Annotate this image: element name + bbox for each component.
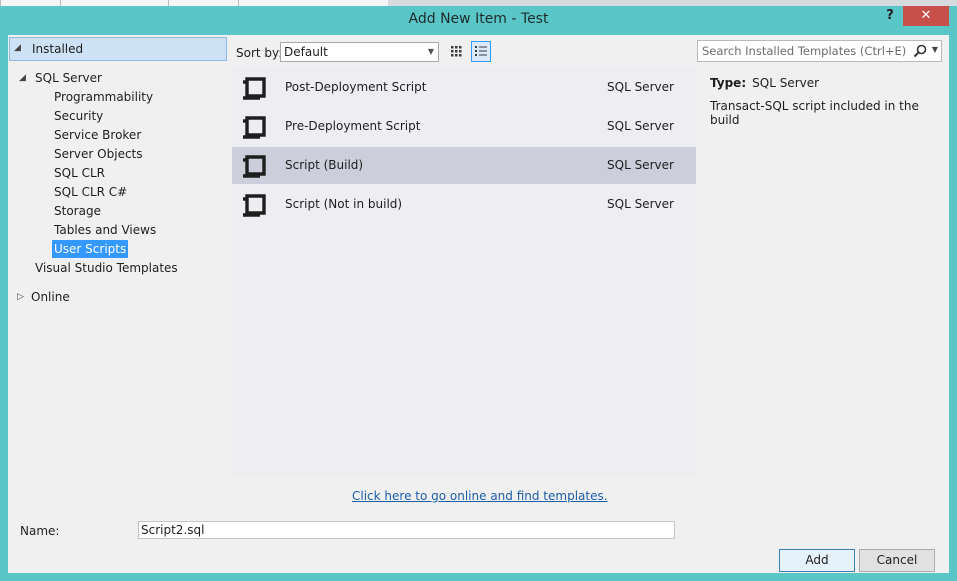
template-name: Post-Deployment Script xyxy=(285,80,427,94)
template-search-input[interactable] xyxy=(698,41,908,61)
tree-node-visual-studio-templates[interactable]: Visual Studio Templates xyxy=(35,259,178,277)
collapse-triangle-icon[interactable]: ◢ xyxy=(19,69,29,87)
tree-node-online-label: Online xyxy=(31,290,70,304)
template-row[interactable]: Script (Build) SQL Server xyxy=(232,147,696,184)
tree-node-sql-server[interactable]: ◢ SQL Server xyxy=(19,69,102,87)
tree-node-user-scripts[interactable]: User Scripts xyxy=(52,240,129,258)
tree-node-tables-and-views[interactable]: Tables and Views xyxy=(54,221,156,239)
dialog-title: Add New Item - Test xyxy=(408,11,549,27)
tree-node-storage[interactable]: Storage xyxy=(54,202,101,220)
sort-by-value: Default xyxy=(284,45,328,59)
template-search-box[interactable]: ▼ xyxy=(697,40,942,62)
small-icons-view-button[interactable] xyxy=(446,41,466,62)
template-type-line: Type: SQL Server xyxy=(710,76,819,90)
template-row[interactable]: Post-Deployment Script SQL Server xyxy=(232,69,696,106)
template-name: Script (Not in build) xyxy=(285,197,403,211)
name-label: Name: xyxy=(20,524,60,538)
tree-node-service-broker[interactable]: Service Broker xyxy=(54,126,141,144)
template-category: SQL Server xyxy=(607,119,674,133)
list-view-icon xyxy=(475,46,487,56)
template-row[interactable]: Script (Not in build) SQL Server xyxy=(232,186,696,223)
tree-node-installed-label: Installed xyxy=(32,42,84,56)
tree-node-sql-server-label: SQL Server xyxy=(35,71,102,85)
template-category: SQL Server xyxy=(607,158,674,172)
tree-node-programmability[interactable]: Programmability xyxy=(54,88,153,106)
close-button[interactable]: ✕ xyxy=(903,6,949,26)
search-icon[interactable] xyxy=(913,44,927,58)
template-list: Post-Deployment Script SQL Server Pre-Depl… xyxy=(232,68,696,475)
sql-script-icon xyxy=(241,154,269,179)
add-button[interactable]: Add xyxy=(779,549,855,572)
template-name: Script (Build) xyxy=(285,158,364,172)
cancel-button[interactable]: Cancel xyxy=(859,549,935,572)
dialog-client-area: ◢ Installed ◢ SQL Server Programmability… xyxy=(8,35,949,573)
tree-node-online[interactable]: ▷ Online xyxy=(17,288,70,306)
type-value: SQL Server xyxy=(752,76,820,90)
tree-node-server-objects[interactable]: Server Objects xyxy=(54,145,143,163)
help-button[interactable]: ? xyxy=(880,6,900,26)
search-options-chevron-icon[interactable]: ▼ xyxy=(932,45,938,54)
template-category: SQL Server xyxy=(607,80,674,94)
tree-node-installed[interactable]: ◢ Installed xyxy=(9,37,227,61)
sort-by-label: Sort by: xyxy=(236,46,283,60)
sql-script-icon xyxy=(241,193,269,218)
sql-script-icon xyxy=(241,76,269,101)
type-label: Type: xyxy=(710,76,747,90)
collapse-triangle-icon[interactable]: ◢ xyxy=(14,43,24,53)
title-bar: Add New Item - Test ? ✕ xyxy=(0,6,957,35)
sql-script-icon xyxy=(241,115,269,140)
template-tree: ◢ Installed ◢ SQL Server Programmability… xyxy=(8,35,230,509)
tree-node-sql-clr-c[interactable]: SQL CLR C# xyxy=(54,183,127,201)
grid-view-icon xyxy=(451,46,462,57)
name-input[interactable] xyxy=(138,521,675,539)
go-online-link[interactable]: Click here to go online and find templat… xyxy=(352,489,608,503)
chevron-down-icon: ▼ xyxy=(427,47,434,56)
tree-node-security[interactable]: Security xyxy=(54,107,103,125)
template-name: Pre-Deployment Script xyxy=(285,119,421,133)
sort-by-dropdown[interactable]: Default ▼ xyxy=(280,42,439,62)
list-view-button[interactable] xyxy=(471,41,491,62)
expand-triangle-icon[interactable]: ▷ xyxy=(17,288,27,306)
template-category: SQL Server xyxy=(607,197,674,211)
template-row[interactable]: Pre-Deployment Script SQL Server xyxy=(232,108,696,145)
tree-node-sql-clr[interactable]: SQL CLR xyxy=(54,164,105,182)
template-description: Transact-SQL script included in the buil… xyxy=(710,99,919,127)
